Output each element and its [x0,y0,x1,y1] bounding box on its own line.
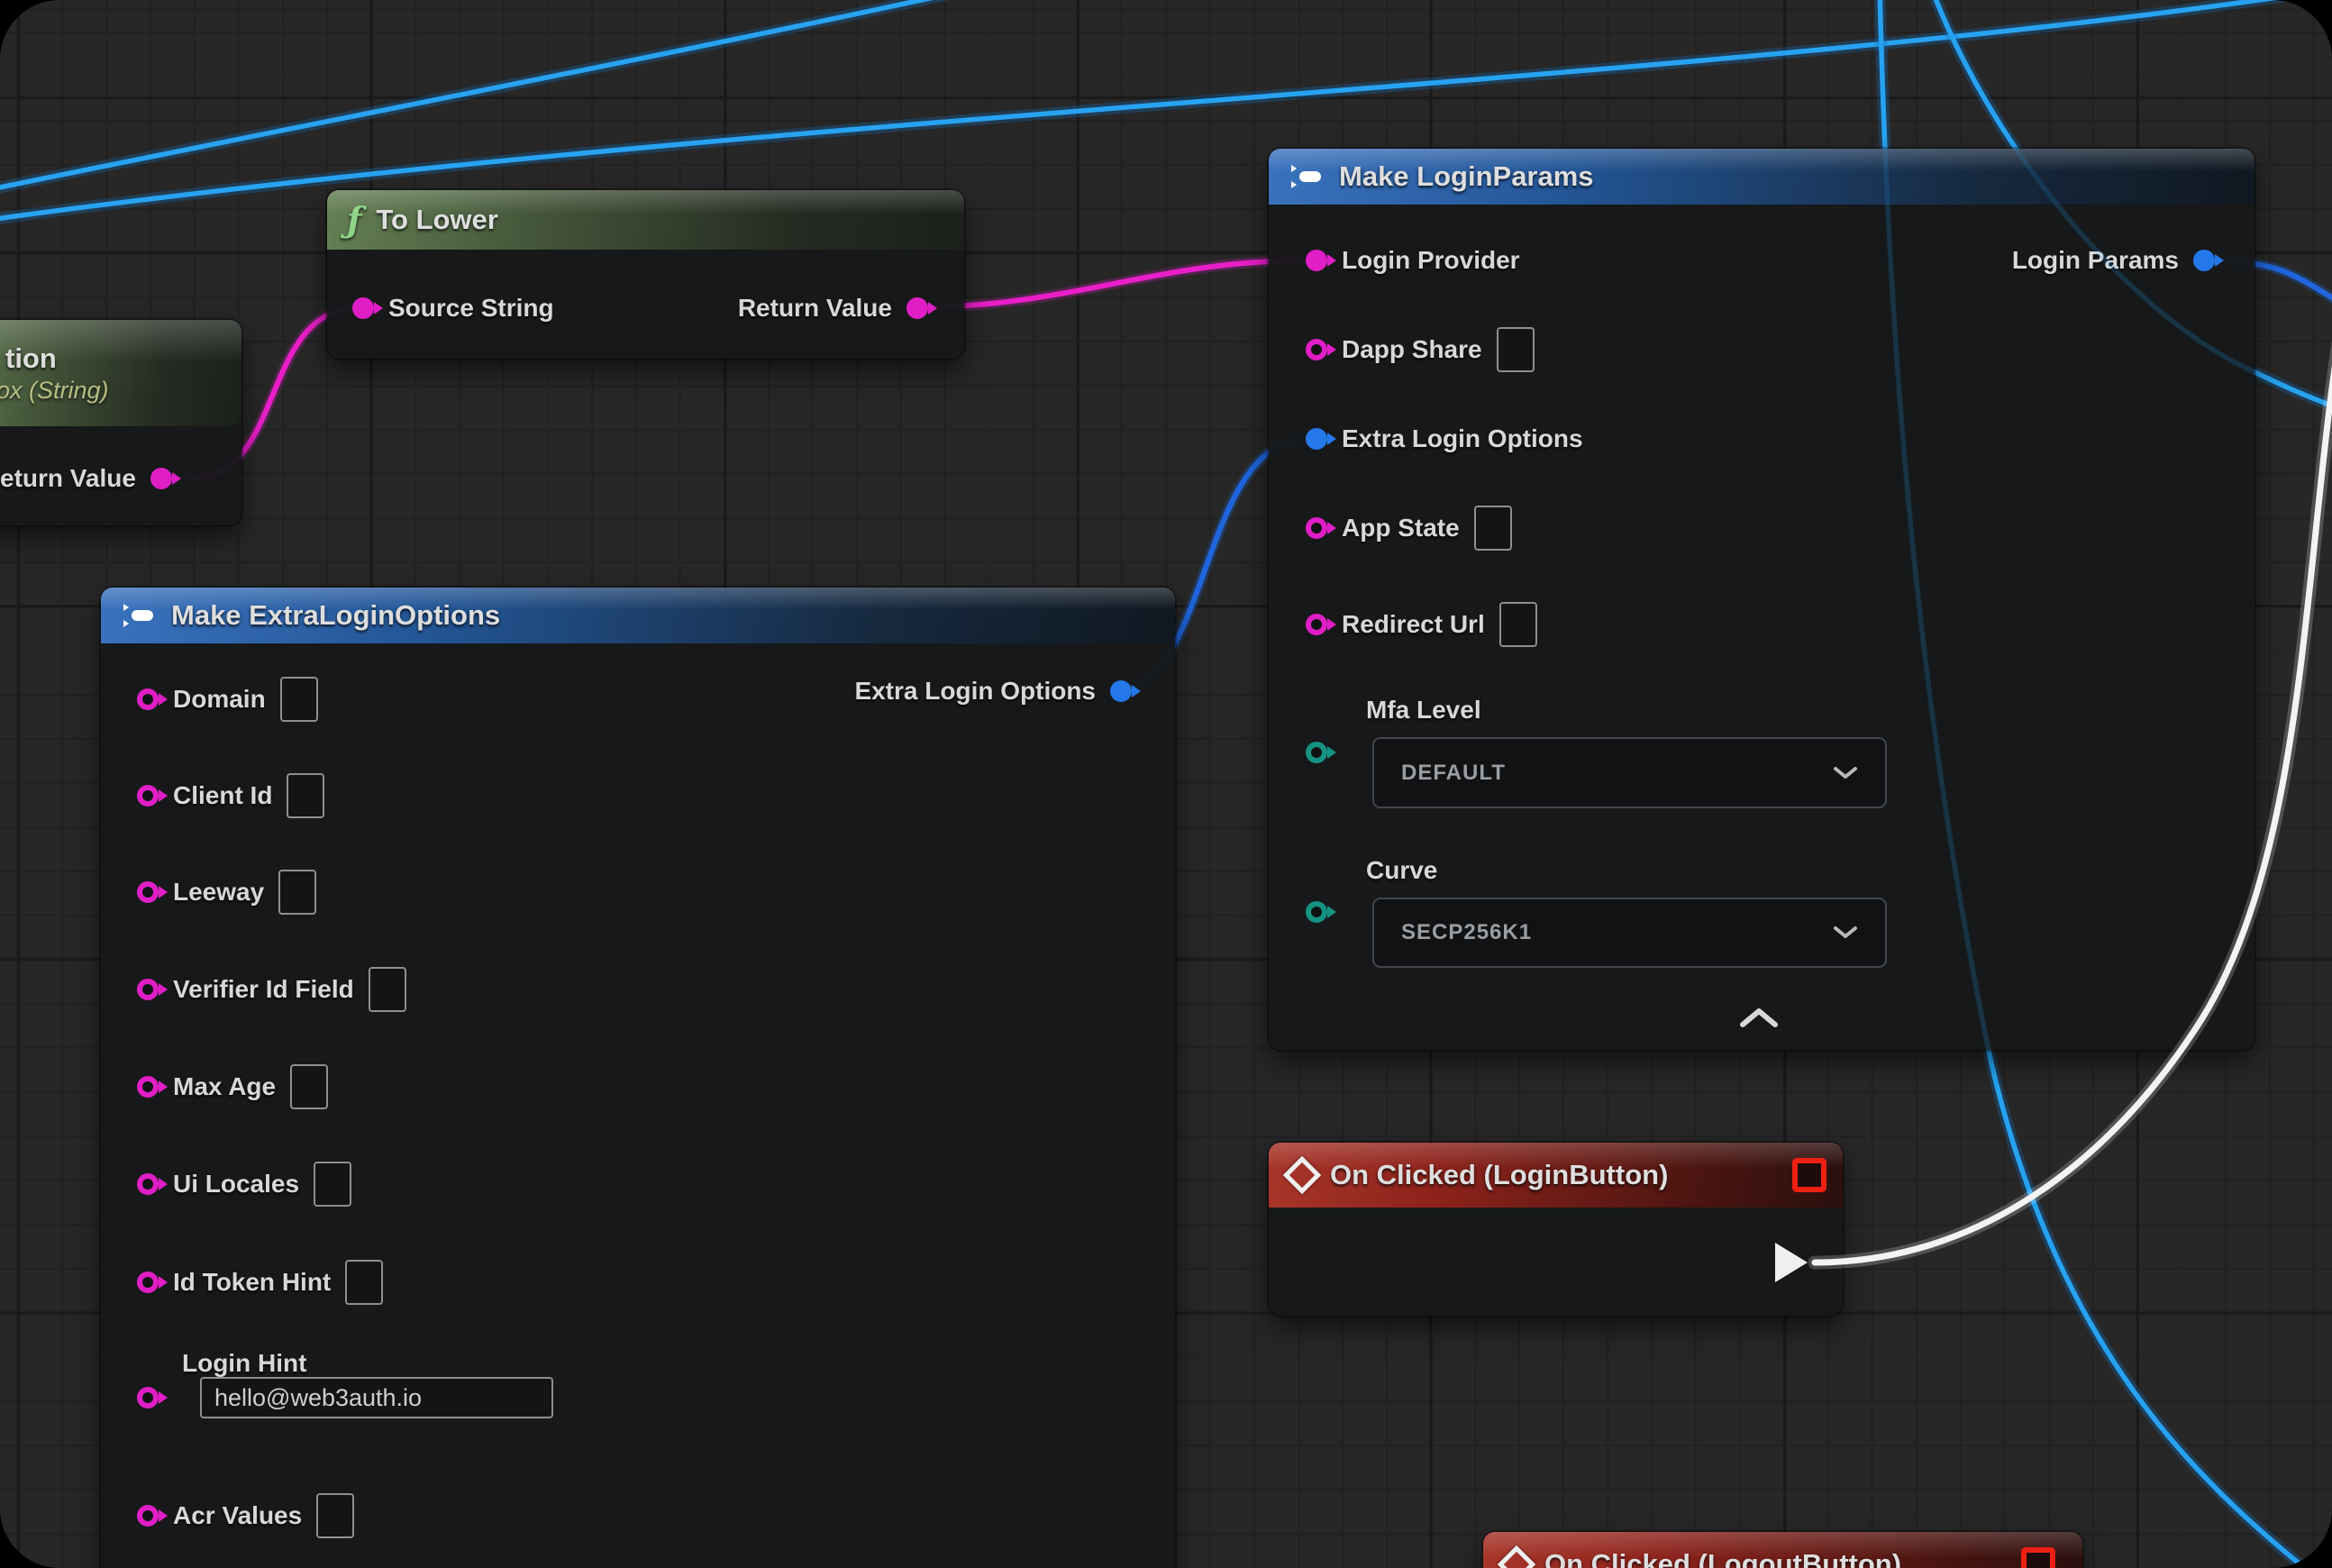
string-output-pin-icon[interactable] [906,297,928,319]
string-input-pin-icon[interactable] [1306,339,1327,360]
pin-label: eturn Value [0,464,136,493]
struct-input-pin-icon[interactable] [1306,428,1327,450]
make-struct-icon [121,602,157,629]
string-input-pin-icon[interactable] [137,785,159,807]
pin-label: Redirect Url [1342,610,1485,639]
pin-label: Login Hint [182,1349,306,1378]
struct-output-pin-icon[interactable] [1110,680,1132,702]
mfa-level-value: DEFAULT [1401,761,1506,786]
enum-pin-label: Mfa Level [1366,696,1481,725]
event-diamond-icon [1498,1545,1535,1568]
widget-bind-icon [2021,1547,2055,1568]
node-to-lower[interactable]: ƒ To Lower Source String Return Value [327,190,964,359]
string-input-pin-icon[interactable] [137,881,159,903]
node-title-fragment: tion [5,342,57,375]
pin-label: Domain [173,685,266,714]
node-partial-function[interactable]: tion ox (String) eturn Value [0,320,241,525]
string-input-pin-icon[interactable] [137,979,159,1000]
pin-label: Dapp Share [1342,335,1482,364]
widget-bind-icon [1792,1158,1826,1192]
pin-label: Extra Login Options [1342,424,1583,453]
pin-label: Login Provider [1342,246,1520,275]
node-title: On Clicked (LogoutButton) [1544,1548,1901,1568]
pin-value-box[interactable] [280,677,318,722]
pin-value-box[interactable] [1497,327,1535,372]
pin-value-box[interactable] [1474,506,1512,551]
pin-value-box[interactable] [1499,602,1537,647]
pin-value-box[interactable] [369,967,406,1012]
string-input-pin-icon[interactable] [1306,250,1327,271]
node-make-loginparams[interactable]: Make LoginParams Login Provider Dapp Sha… [1269,149,2255,1050]
string-input-pin-icon[interactable] [1306,614,1327,635]
string-input-pin-icon[interactable] [137,1505,159,1527]
pin-label: Return Value [738,294,892,323]
make-struct-icon [1289,163,1325,190]
pin-label: Extra Login Options [854,677,1096,706]
string-input-pin-icon[interactable] [352,297,374,319]
wire-string-tolower-loginprovider[interactable] [915,260,1308,307]
event-diamond-icon [1283,1156,1321,1194]
enum-input-pin-icon[interactable] [1306,901,1327,923]
pin-value-box[interactable] [287,773,324,818]
enum-pin-label: Curve [1366,856,1437,885]
pin-label: Id Token Hint [173,1268,331,1297]
pin-label: Max Age [173,1072,276,1101]
login-hint-input[interactable] [200,1377,553,1418]
node-make-extraloginoptions[interactable]: Make ExtraLoginOptions Domain Client Id … [101,588,1175,1568]
pin-label: Acr Values [173,1501,302,1530]
chevron-down-icon [1833,925,1858,940]
node-title: Make ExtraLoginOptions [171,599,500,632]
string-input-pin-icon[interactable] [137,1173,159,1195]
pin-value-box[interactable] [278,870,316,915]
pin-label: Client Id [173,781,272,810]
curve-value: SECP256K1 [1401,920,1532,945]
pin-label: Source String [388,294,554,323]
pin-value-box[interactable] [316,1493,354,1538]
exec-output-pin-icon[interactable] [1775,1243,1808,1282]
node-title: On Clicked (LoginButton) [1330,1159,1668,1191]
collapse-caret-icon[interactable] [1737,1007,1781,1030]
string-input-pin-icon[interactable] [137,1387,159,1408]
node-onclicked-loginbutton[interactable]: On Clicked (LoginButton) [1269,1143,1843,1316]
pin-label: Leeway [173,878,264,907]
string-input-pin-icon[interactable] [137,1272,159,1293]
curve-dropdown[interactable]: SECP256K1 [1372,898,1887,968]
node-onclicked-logoutbutton[interactable]: On Clicked (LogoutButton) [1483,1532,2082,1568]
node-subtitle-fragment: ox (String) [0,377,109,405]
struct-output-pin-icon[interactable] [2193,250,2215,271]
enum-input-pin-icon[interactable] [1306,742,1327,763]
node-title: Make LoginParams [1339,160,1594,193]
pin-label: Verifier Id Field [173,975,354,1004]
pin-value-box[interactable] [345,1260,383,1305]
pin-value-box[interactable] [290,1064,328,1109]
string-input-pin-icon[interactable] [1306,517,1327,539]
chevron-down-icon [1833,766,1858,780]
blueprint-graph-canvas[interactable]: tion ox (String) eturn Value ƒ To Lower … [0,0,2332,1568]
pin-label: App State [1342,514,1460,542]
string-input-pin-icon[interactable] [137,688,159,710]
pin-label: Login Params [2012,246,2179,275]
mfa-level-dropdown[interactable]: DEFAULT [1372,737,1887,808]
pin-label: Ui Locales [173,1170,299,1199]
pin-value-box[interactable] [314,1162,351,1207]
function-icon: ƒ [347,203,361,237]
node-title: To Lower [376,204,497,236]
string-output-pin-icon[interactable] [150,468,172,489]
string-input-pin-icon[interactable] [137,1076,159,1098]
